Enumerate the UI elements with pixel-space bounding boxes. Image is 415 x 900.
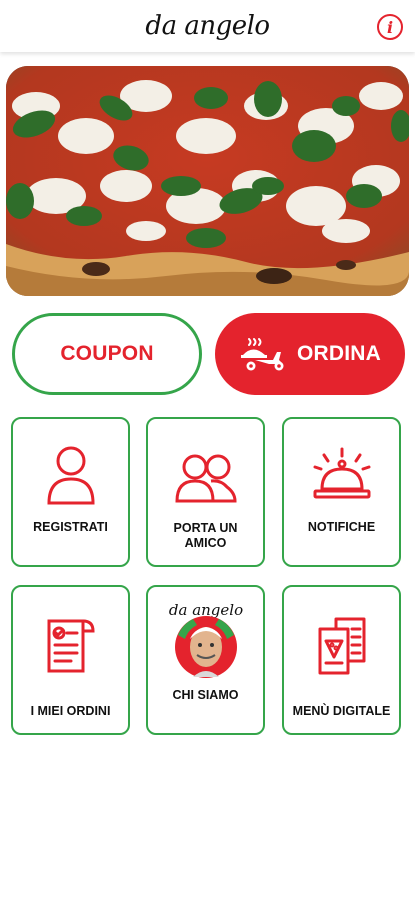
tile-porta-un-amico[interactable]: PORTA UN AMICO xyxy=(146,417,265,567)
brand-logo: da angelo xyxy=(145,11,270,41)
hero-image xyxy=(6,66,409,296)
tile-label: REGISTRATI xyxy=(33,520,108,534)
menu-icon xyxy=(318,617,365,675)
coupon-label: COUPON xyxy=(60,342,154,365)
ordina-button[interactable]: ORDINA xyxy=(215,313,405,395)
tile-label: PORTA UN AMICO xyxy=(173,521,238,550)
coupon-button[interactable]: COUPON xyxy=(12,313,202,395)
tile-notifiche[interactable]: NOTIFICHE xyxy=(282,417,401,567)
info-icon: i xyxy=(386,17,394,37)
bell-icon xyxy=(313,447,370,499)
user-icon xyxy=(46,446,95,505)
tile-chi-siamo[interactable]: da angelo CHI SIAMO xyxy=(146,585,265,735)
tile-registrati[interactable]: REGISTRATI xyxy=(11,417,130,567)
tile-label: MENÙ DIGITALE xyxy=(292,704,391,718)
orders-icon xyxy=(47,619,95,673)
info-button[interactable]: i xyxy=(377,14,403,40)
logo-portrait: da angelo xyxy=(168,601,243,678)
tile-menu-digitale[interactable]: MENÙ DIGITALE xyxy=(282,585,401,735)
pizza-image xyxy=(6,66,409,296)
tile-label: NOTIFICHE xyxy=(307,520,376,534)
tile-label: I MIEI ORDINI xyxy=(30,704,111,718)
friends-icon xyxy=(174,454,237,503)
tile-i-miei-ordini[interactable]: I MIEI ORDINI xyxy=(11,585,130,735)
app-header: da angelo i xyxy=(0,0,415,52)
ordina-label: ORDINA xyxy=(296,342,382,365)
delivery-scooter-icon xyxy=(240,338,284,371)
tile-label: CHI SIAMO xyxy=(172,688,239,702)
